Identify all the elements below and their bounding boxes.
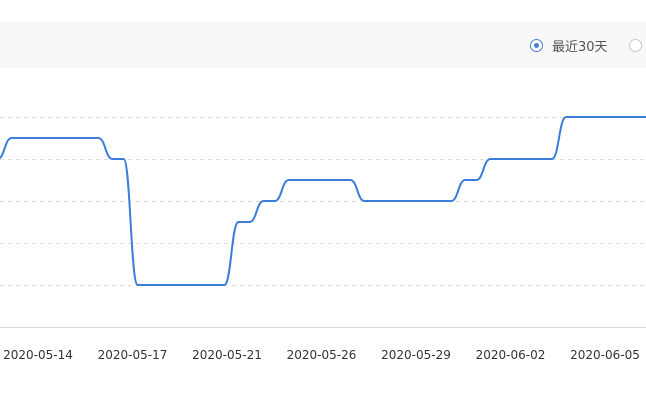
x-axis-ticks: 2020-05-14 2020-05-17 2020-05-21 2020-05-26… (3, 348, 640, 362)
x-tick-label: 2020-05-14 (3, 348, 73, 362)
grid-lines (0, 117, 646, 286)
x-tick-label: 2020-05-29 (381, 348, 451, 362)
x-tick-label: 2020-05-17 (98, 348, 168, 362)
x-tick-label: 2020-05-26 (287, 348, 357, 362)
line-chart: 2020-05-14 2020-05-17 2020-05-21 2020-05-26… (0, 116, 646, 362)
x-tick-label: 2020-06-05 (570, 348, 640, 362)
x-tick-label: 2020-06-02 (476, 348, 546, 362)
chart-panel: 最近30天 2020-05-14 2020-05-17 2020-05-21 2020… (0, 0, 646, 414)
x-tick-label: 2020-05-21 (192, 348, 262, 362)
